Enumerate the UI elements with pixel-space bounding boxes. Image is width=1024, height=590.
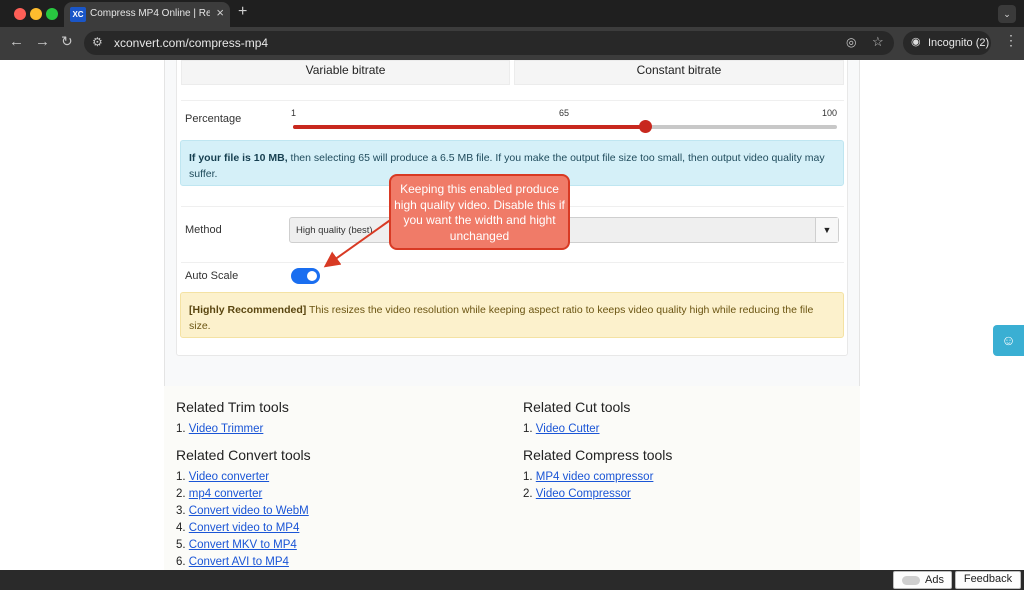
eye-off-icon[interactable]: ◎	[846, 35, 856, 49]
dropdown-arrow-icon[interactable]: ▼	[815, 218, 838, 242]
browser-tab-bar: XC Compress MP4 Online | Redu × + ⌄	[0, 0, 1024, 27]
list-item: 2. Video Compressor	[523, 488, 631, 500]
related-link[interactable]: Video Compressor	[536, 488, 631, 500]
row-divider	[181, 262, 844, 263]
toggle-knob	[307, 271, 317, 281]
incognito-icon: ◉	[911, 36, 921, 48]
slider-thumb[interactable]	[638, 120, 652, 133]
tab-search-chevron-icon[interactable]: ⌄	[998, 5, 1016, 23]
tab-title: Compress MP4 Online | Redu	[90, 8, 210, 19]
recommend-bold-text: [Highly Recommended]	[189, 304, 307, 316]
related-link[interactable]: Video Cutter	[536, 423, 600, 435]
bottom-bar: Ads Feedback	[0, 570, 1024, 590]
list-item: 1. Video Cutter	[523, 423, 600, 435]
list-item: 1. MP4 video compressor	[523, 471, 654, 483]
list-item: 3. Convert video to WebM	[176, 505, 309, 517]
auto-scale-toggle[interactable]	[291, 268, 320, 284]
callout-annotation: Keeping this enabled produce high qualit…	[389, 174, 570, 250]
ads-toggle-switch	[902, 576, 920, 585]
site-info-icon[interactable]: ⚙	[92, 35, 103, 49]
list-item: 4. Convert video to MP4	[176, 522, 300, 534]
incognito-indicator[interactable]: ◉ Incognito (2)	[903, 31, 991, 55]
url-text[interactable]: xconvert.com/compress-mp4	[114, 36, 268, 50]
slider-fill	[293, 125, 645, 129]
related-trim-heading: Related Trim tools	[176, 399, 289, 415]
info-bold-text: If your file is 10 MB,	[189, 152, 288, 164]
related-link[interactable]: Convert video to WebM	[189, 505, 309, 517]
window-minimize-button[interactable]	[30, 8, 42, 20]
chat-widget-icon[interactable]: ☺	[993, 325, 1024, 356]
percentage-label: Percentage	[185, 113, 242, 125]
constant-bitrate-button[interactable]: Constant bitrate	[514, 60, 844, 85]
related-link[interactable]: Convert video to MP4	[189, 522, 300, 534]
related-link[interactable]: Video Trimmer	[189, 423, 264, 435]
slider-max-label: 100	[822, 108, 838, 118]
new-tab-icon[interactable]: +	[238, 3, 247, 21]
related-convert-heading: Related Convert tools	[176, 447, 311, 463]
site-favicon: XC	[70, 7, 86, 22]
related-link[interactable]: mp4 converter	[189, 488, 263, 500]
list-item: 2. mp4 converter	[176, 488, 263, 500]
incognito-label: Incognito (2)	[928, 37, 990, 49]
window-close-button[interactable]	[14, 8, 26, 20]
ads-label: Ads	[925, 574, 944, 586]
window-maximize-button[interactable]	[46, 8, 58, 20]
browser-tab-active[interactable]: XC Compress MP4 Online | Redu ×	[64, 2, 230, 27]
page-viewport: Variable bitrate Constant bitrate Percen…	[0, 60, 1024, 570]
row-divider	[181, 100, 844, 101]
star-icon[interactable]: ☆	[872, 34, 884, 50]
list-item: 1. Video Trimmer	[176, 423, 264, 435]
forward-icon[interactable]: →	[35, 33, 50, 50]
percentage-slider[interactable]	[293, 120, 837, 133]
auto-scale-label: Auto Scale	[185, 270, 239, 282]
feedback-button[interactable]: Feedback	[955, 571, 1021, 589]
list-item: 6. Convert AVI to MP4	[176, 556, 289, 568]
related-link[interactable]: Convert MKV to MP4	[189, 539, 297, 551]
address-bar[interactable]: ⚙ xconvert.com/compress-mp4 ◎ ☆	[84, 31, 894, 55]
back-icon[interactable]: ←	[9, 33, 24, 50]
close-icon[interactable]: ×	[216, 5, 224, 20]
slider-mid-label: 65	[559, 108, 570, 118]
slider-min-label: 1	[291, 108, 297, 118]
variable-bitrate-button[interactable]: Variable bitrate	[181, 60, 510, 85]
method-label: Method	[185, 224, 222, 236]
kebab-menu-icon[interactable]: ⋮	[1004, 32, 1018, 49]
related-link[interactable]: Convert AVI to MP4	[189, 556, 289, 568]
reload-icon[interactable]: ↻	[61, 33, 73, 50]
highly-recommended-box: [Highly Recommended] This resizes the vi…	[180, 292, 844, 338]
related-cut-heading: Related Cut tools	[523, 399, 631, 415]
method-selected-value: High quality (best)	[296, 225, 373, 236]
list-item: 5. Convert MKV to MP4	[176, 539, 297, 551]
browser-toolbar: ← → ↻ ⚙ xconvert.com/compress-mp4 ◎ ☆ ◉ …	[0, 27, 1024, 60]
list-item: 1. Video converter	[176, 471, 270, 483]
ads-toggle-button[interactable]: Ads	[893, 571, 952, 589]
related-compress-heading: Related Compress tools	[523, 447, 673, 463]
related-link[interactable]: Video converter	[189, 471, 269, 483]
related-link[interactable]: MP4 video compressor	[536, 471, 654, 483]
